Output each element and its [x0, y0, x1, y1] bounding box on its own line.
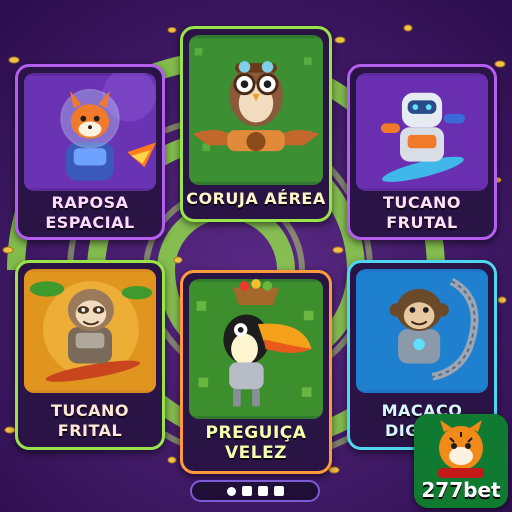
pager-square[interactable] — [241, 486, 252, 496]
brand-logo-text: 277bet — [421, 478, 501, 502]
owl-pilot-icon — [189, 38, 323, 182]
card-title-line2: VELEZ — [224, 443, 288, 463]
game-card-coruja-aerea[interactable]: CORUJA AÉREA — [180, 26, 332, 222]
toucan-robot-icon — [189, 279, 323, 416]
card-title-line1: PREGUIÇA — [205, 423, 307, 443]
sloth-skater-icon — [24, 271, 156, 391]
game-card-preguica-velez[interactable]: PREGUIÇA VELEZ — [180, 270, 332, 474]
card-title-line1: TUCANO — [382, 193, 462, 212]
game-card-tucano-frital[interactable]: TUCANO FRITAL — [15, 260, 165, 450]
pager-square[interactable] — [257, 486, 268, 496]
card-title-line2: FRUTAL — [386, 213, 458, 232]
robot-skater-icon — [356, 75, 488, 189]
game-card-tucano-frutal[interactable]: TUCANO FRUTAL — [347, 64, 497, 240]
carousel-pager[interactable] — [190, 480, 320, 502]
fox-astronaut-icon — [24, 73, 156, 189]
pager-dot-active[interactable] — [226, 486, 236, 496]
pager-square[interactable] — [273, 486, 284, 496]
card-title-line1: TUCANO — [50, 401, 130, 420]
card-title-line1: RAPOSA — [51, 193, 129, 212]
monkey-cyborg-icon — [356, 271, 488, 391]
card-title-line1: CORUJA AÉREA — [186, 189, 326, 208]
game-card-raposa-espacial[interactable]: RAPOSA ESPACIAL — [15, 64, 165, 240]
brand-logo[interactable]: 277bet — [414, 414, 508, 508]
card-title-line2: FRITAL — [57, 421, 123, 440]
card-title-line2: ESPACIAL — [45, 213, 135, 232]
